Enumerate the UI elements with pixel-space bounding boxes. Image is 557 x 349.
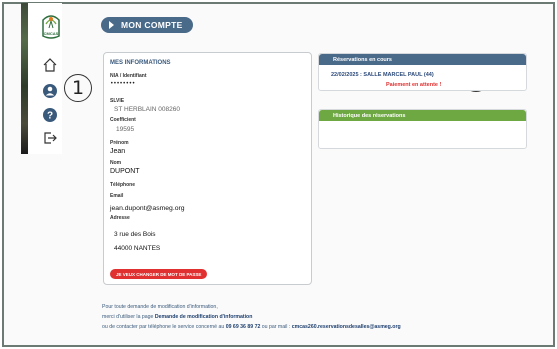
adresse-label: Adresse <box>110 215 130 221</box>
slvie-value: ST HERBLAIN 008260 <box>114 106 180 113</box>
footer-line-3-text: ou de contacter par téléphone le service… <box>102 324 226 330</box>
telephone-label: Téléphone <box>110 182 136 188</box>
page-title: MON COMPTE <box>101 17 193 33</box>
reservations-header: Réservations en cours <box>319 54 526 65</box>
footer-line-2-text: merci d'utiliser la page <box>102 314 155 320</box>
home-icon[interactable] <box>41 56 59 74</box>
sidebar-panel: CMCAS ? <box>28 3 62 154</box>
logout-icon[interactable] <box>41 129 59 147</box>
annotation-marker-1: 1 <box>64 74 92 102</box>
help-icon[interactable]: ? <box>41 106 59 124</box>
my-information-card: MES INFORMATIONS NIA / Identifiant •••••… <box>103 52 312 285</box>
sidebar-photo-strip <box>21 3 28 154</box>
nia-label: NIA / Identifiant <box>110 73 147 79</box>
coefficient-label: Coefficient <box>110 117 136 123</box>
adresse-line2: 44000 NANTES <box>114 245 161 252</box>
prenom-value: Jean <box>110 148 126 155</box>
nia-value: •••••••• <box>110 80 135 87</box>
footer-line-1: Pour toute demande de modification d'inf… <box>102 304 218 310</box>
change-password-button[interactable]: JE VEUX CHANGER DE MOT DE PASSE <box>110 269 208 279</box>
footer-line-3-mid: ou par mail : <box>260 324 292 330</box>
coefficient-value: 19595 <box>116 126 135 133</box>
history-header: Historique des réservations <box>319 110 526 121</box>
contact-email-link[interactable]: cmcas260.reservationsdesalles@asmeg.org <box>292 324 401 330</box>
logo-text: CMCAS <box>44 31 59 36</box>
user-icon[interactable] <box>41 82 59 100</box>
svg-text:?: ? <box>47 111 53 122</box>
card-title: MES INFORMATIONS <box>110 60 171 66</box>
email-label: Email <box>110 193 124 199</box>
footer-line-2: merci d'utiliser la page Demande de modi… <box>102 312 401 322</box>
nom-value: DUPONT <box>110 168 140 175</box>
current-reservations-card: Réservations en cours 22/02/2025 : SALLE… <box>318 53 527 91</box>
cmcas-logo[interactable]: CMCAS <box>38 10 62 42</box>
page-title-text: MON COMPTE <box>121 20 183 30</box>
phone-number[interactable]: 09 69 36 89 72 <box>226 324 261 330</box>
play-icon <box>109 21 114 29</box>
sidebar: CMCAS ? <box>21 3 62 154</box>
slvie-label: SLVIE <box>110 98 125 104</box>
footer-line-3: ou de contacter par téléphone le service… <box>102 322 401 332</box>
prenom-label: Prénom <box>110 140 129 146</box>
modification-request-link[interactable]: Demande de modification d'information <box>155 314 253 320</box>
footer-info: Pour toute demande de modification d'inf… <box>102 302 401 332</box>
adresse-line1: 3 rue des Bois <box>114 231 156 238</box>
reservation-status: Paiement en attente ! <box>386 82 442 88</box>
email-value: jean.dupont@asmeg.org <box>110 205 185 212</box>
nom-label: Nom <box>110 160 122 166</box>
reservation-link[interactable]: 22/02/2025 : SALLE MARCEL PAUL (44) <box>331 72 434 78</box>
reservation-history-card: Historique des réservations <box>318 109 527 149</box>
